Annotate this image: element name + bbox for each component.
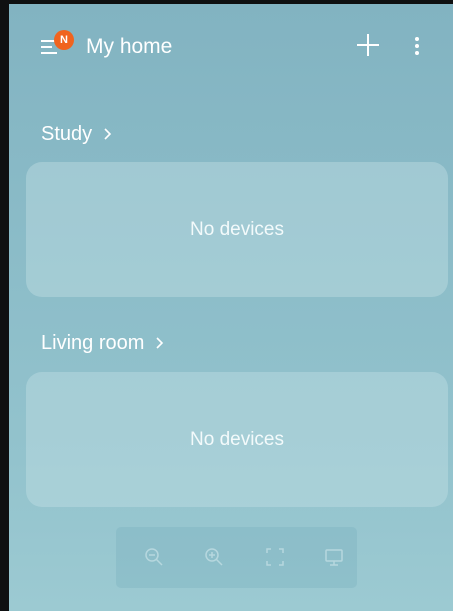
zoom-out-icon xyxy=(145,548,163,566)
room-name: Study xyxy=(41,123,93,145)
page-title[interactable]: My home xyxy=(86,35,172,59)
plus-icon xyxy=(357,34,379,56)
zoom-out-button[interactable] xyxy=(144,547,164,567)
zoom-in-button[interactable] xyxy=(204,547,224,567)
fit-screen-button[interactable] xyxy=(265,547,285,567)
chevron-right-icon xyxy=(156,332,164,355)
menu-button[interactable]: N xyxy=(41,30,74,61)
chevron-right-icon xyxy=(104,123,112,146)
top-bar: N My home xyxy=(9,4,453,88)
notification-badge: N xyxy=(54,30,74,50)
room-card-living-room[interactable]: No devices xyxy=(26,372,448,507)
room-header-living-room[interactable]: Living room xyxy=(41,332,164,355)
empty-state-text: No devices xyxy=(190,428,284,450)
app-screen: N My home Study No devices Living room N… xyxy=(9,4,453,611)
add-button[interactable] xyxy=(357,34,379,56)
room-header-study[interactable]: Study xyxy=(41,123,112,146)
zoom-in-icon xyxy=(205,548,223,566)
empty-state-text: No devices xyxy=(190,218,284,240)
view-toolbar xyxy=(116,527,357,588)
fit-screen-icon xyxy=(266,548,284,566)
more-button[interactable] xyxy=(410,34,424,58)
screen-button[interactable] xyxy=(324,547,344,567)
screen-icon xyxy=(325,549,343,566)
room-name: Living room xyxy=(41,332,145,354)
room-card-study[interactable]: No devices xyxy=(26,162,448,297)
more-vertical-icon xyxy=(415,37,419,55)
